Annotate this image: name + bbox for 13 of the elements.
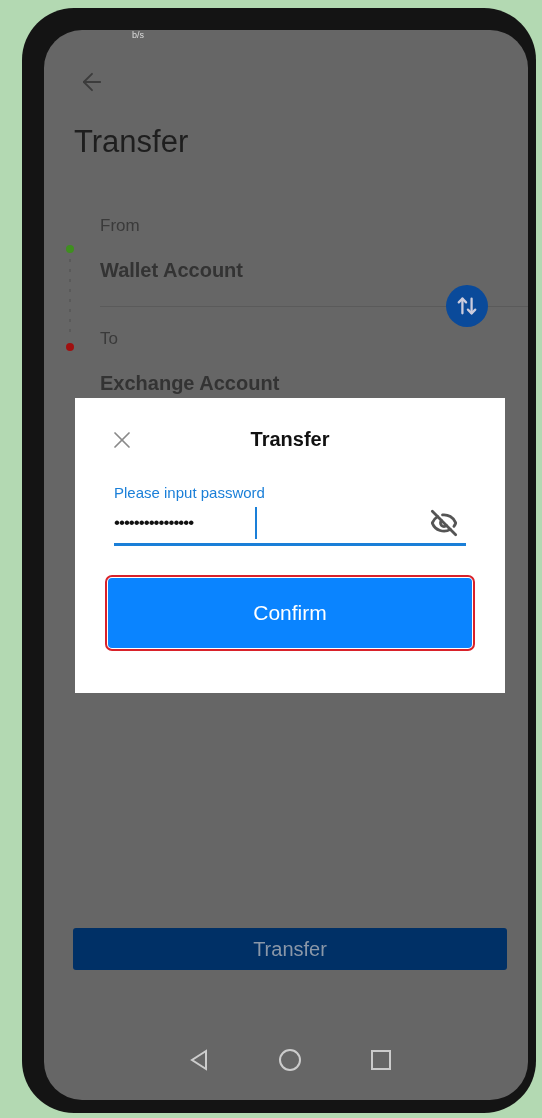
status-text: b/s <box>132 30 144 40</box>
dialog-title: Transfer <box>250 427 330 451</box>
password-label: Please input password <box>114 484 265 501</box>
transfer-button[interactable]: Transfer <box>73 928 507 970</box>
confirm-button[interactable]: Confirm <box>108 578 472 648</box>
page-title: Transfer <box>74 124 189 160</box>
home-nav-icon[interactable] <box>278 1048 302 1072</box>
text-cursor <box>254 507 257 539</box>
swap-button[interactable] <box>446 285 488 327</box>
swap-arrows-icon <box>456 295 478 317</box>
visibility-toggle[interactable] <box>430 509 458 537</box>
eye-off-icon <box>430 509 458 537</box>
recents-nav-icon[interactable] <box>369 1048 394 1072</box>
